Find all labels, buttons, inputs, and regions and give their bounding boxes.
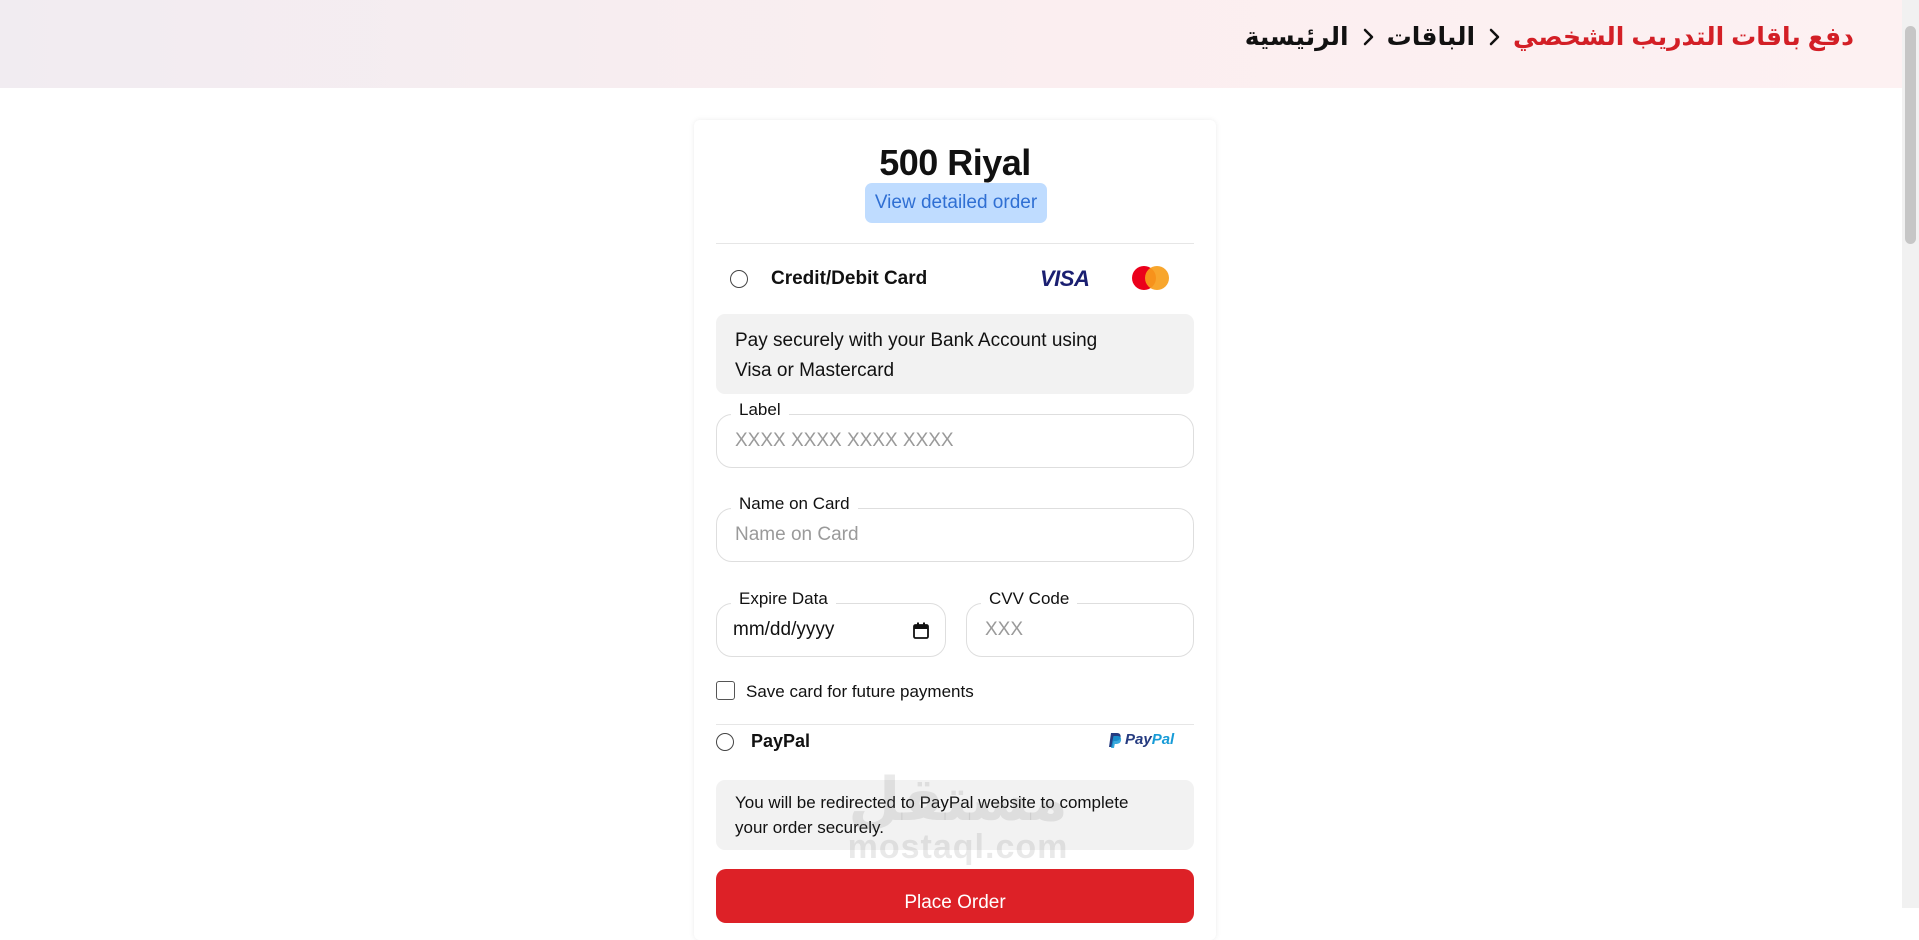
divider <box>716 243 1194 244</box>
save-card-label[interactable]: Save card for future payments <box>746 682 974 702</box>
credit-card-option-label[interactable]: Credit/Debit Card <box>771 268 927 290</box>
view-detailed-order-button[interactable]: View detailed order <box>865 183 1047 223</box>
divider <box>716 724 1194 725</box>
order-price: 500 Riyal <box>879 142 1031 183</box>
paypal-info-box: You will be redirected to PayPal website… <box>716 780 1194 850</box>
expiry-date-field[interactable]: Expire Data mm/dd/yyyy <box>716 589 946 657</box>
card-number-label: Label <box>731 400 789 420</box>
chevron-right-icon <box>1489 28 1500 46</box>
paypal-info-line: You will be redirected to PayPal website… <box>735 793 1129 812</box>
breadcrumb: الرئيسية الباقات دفع باقات التدريب الشخص… <box>1245 20 1854 54</box>
card-info-box: Pay securely with your Bank Account usin… <box>716 314 1194 394</box>
save-card-checkbox[interactable] <box>716 681 735 700</box>
card-number-field: Label <box>716 400 1194 468</box>
calendar-icon[interactable] <box>913 622 929 639</box>
visa-logo-icon: VISA <box>1040 266 1090 291</box>
checkout-card: 500 Riyal View detailed order Credit/Deb… <box>694 120 1216 940</box>
paypal-option-label[interactable]: PayPal <box>751 731 810 752</box>
breadcrumb-packages[interactable]: الباقات <box>1387 22 1475 52</box>
card-info-line: Visa or Mastercard <box>735 360 895 381</box>
cvv-label: CVV Code <box>981 589 1078 609</box>
mastercard-logo-icon <box>1132 266 1172 290</box>
paypal-p-icon <box>1109 732 1122 748</box>
scrollbar-thumb[interactable] <box>1905 26 1916 244</box>
name-on-card-label: Name on Card <box>731 494 858 514</box>
expiry-date-label: Expire Data <box>731 589 836 609</box>
paypal-logo-pal: Pal <box>1151 731 1175 748</box>
paypal-radio[interactable] <box>716 733 734 751</box>
page-scrollbar[interactable] <box>1902 0 1919 908</box>
chevron-right-icon <box>1363 28 1373 46</box>
card-info-line: Pay securely with your Bank Account usin… <box>735 330 1098 351</box>
credit-card-radio[interactable] <box>730 270 748 288</box>
paypal-info-line: your order securely. <box>735 818 884 837</box>
paypal-logo-pay: Pay <box>1125 731 1152 748</box>
expiry-date-input[interactable]: mm/dd/yyyy <box>733 619 834 641</box>
card-number-input[interactable] <box>733 429 1118 453</box>
breadcrumb-home[interactable]: الرئيسية <box>1245 22 1349 52</box>
breadcrumb-current: دفع باقات التدريب الشخصي <box>1513 23 1854 51</box>
paypal-logo-icon: Pay Pal <box>1108 731 1174 748</box>
top-banner: الرئيسية الباقات دفع باقات التدريب الشخص… <box>0 0 1902 88</box>
cvv-field: CVV Code <box>966 589 1194 657</box>
place-order-button[interactable]: Place Order <box>716 869 1194 923</box>
name-on-card-field: Name on Card <box>716 494 1194 562</box>
name-on-card-input[interactable] <box>733 523 1118 547</box>
cvv-input[interactable] <box>983 618 1168 642</box>
